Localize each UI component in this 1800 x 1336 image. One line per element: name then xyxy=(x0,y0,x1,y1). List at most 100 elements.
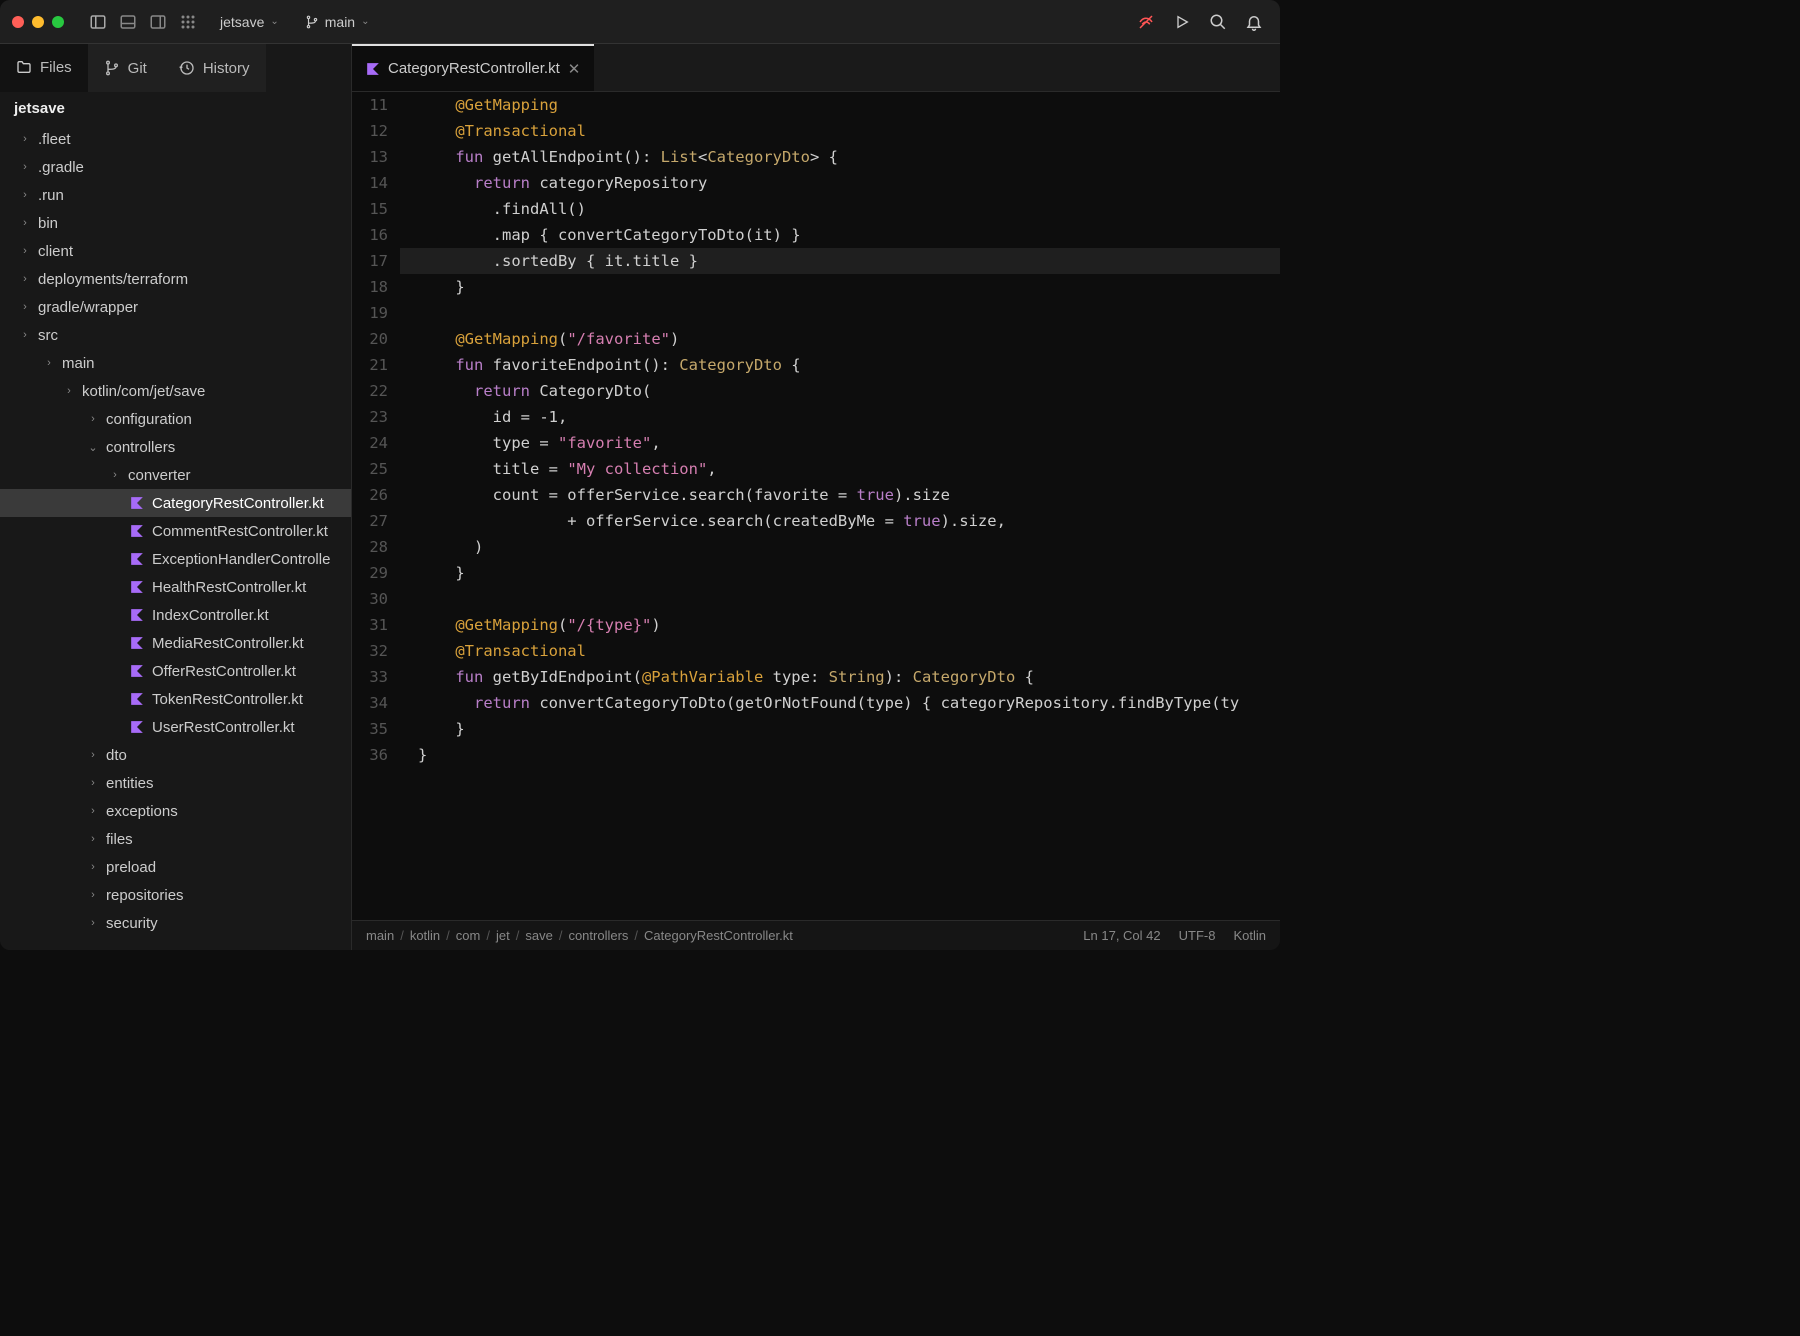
run-icon[interactable] xyxy=(1168,8,1196,36)
tree-item[interactable]: UserRestController.kt xyxy=(0,713,351,741)
tree-item[interactable]: ›repositories xyxy=(0,881,351,909)
breadcrumb-segment[interactable]: kotlin xyxy=(410,928,440,943)
tree-item[interactable]: ›bin xyxy=(0,209,351,237)
tree-item-label: dto xyxy=(106,747,127,764)
code-line[interactable] xyxy=(400,300,1280,326)
code-line[interactable]: @GetMapping("/{type}") xyxy=(400,612,1280,638)
chevron-icon: › xyxy=(18,329,32,341)
tab-files[interactable]: Files xyxy=(0,44,88,92)
code-line[interactable]: return categoryRepository xyxy=(400,170,1280,196)
code-line[interactable]: fun favoriteEndpoint(): CategoryDto { xyxy=(400,352,1280,378)
breadcrumb-segment[interactable]: CategoryRestController.kt xyxy=(644,928,793,943)
breadcrumb-segment[interactable]: jet xyxy=(496,928,510,943)
tree-item[interactable]: ›.fleet xyxy=(0,125,351,153)
sidebar: Files Git History jetsave ›.fleet›.gradl… xyxy=(0,44,352,950)
code-line[interactable]: @Transactional xyxy=(400,118,1280,144)
code-line[interactable]: @Transactional xyxy=(400,638,1280,664)
tree-item[interactable]: ›.gradle xyxy=(0,153,351,181)
editor-tabs: CategoryRestController.kt ✕ xyxy=(352,44,1280,92)
code-line[interactable]: id = -1, xyxy=(400,404,1280,430)
cursor-position[interactable]: Ln 17, Col 42 xyxy=(1083,928,1160,943)
code-line[interactable]: fun getByIdEndpoint(@PathVariable type: … xyxy=(400,664,1280,690)
code-line[interactable]: type = "favorite", xyxy=(400,430,1280,456)
close-tab-icon[interactable]: ✕ xyxy=(568,60,581,78)
code-line[interactable]: @GetMapping xyxy=(400,92,1280,118)
file-language[interactable]: Kotlin xyxy=(1233,928,1266,943)
code-line[interactable]: + offerService.search(createdByMe = true… xyxy=(400,508,1280,534)
code-line[interactable]: title = "My collection", xyxy=(400,456,1280,482)
tree-item-label: exceptions xyxy=(106,803,178,820)
notifications-icon[interactable] xyxy=(1240,8,1268,36)
tab-history[interactable]: History xyxy=(163,44,266,92)
file-encoding[interactable]: UTF-8 xyxy=(1179,928,1216,943)
tree-item[interactable]: HealthRestController.kt xyxy=(0,573,351,601)
tree-item[interactable]: CategoryRestController.kt xyxy=(0,489,351,517)
maximize-window-button[interactable] xyxy=(52,16,64,28)
tree-item[interactable]: ⌄controllers xyxy=(0,433,351,461)
search-icon[interactable] xyxy=(1204,8,1232,36)
tree-item[interactable]: ›main xyxy=(0,349,351,377)
breadcrumb-segment[interactable]: main xyxy=(366,928,394,943)
code-line[interactable]: } xyxy=(400,716,1280,742)
chevron-icon: › xyxy=(108,469,122,481)
code-line[interactable]: } xyxy=(400,274,1280,300)
tree-item[interactable]: ›src xyxy=(0,321,351,349)
code-line[interactable]: count = offerService.search(favorite = t… xyxy=(400,482,1280,508)
project-selector[interactable]: jetsave ⌄ xyxy=(212,14,287,30)
tree-item-label: configuration xyxy=(106,411,192,428)
editor-tab[interactable]: CategoryRestController.kt ✕ xyxy=(352,44,594,91)
tree-item[interactable]: TokenRestController.kt xyxy=(0,685,351,713)
breadcrumb-segment[interactable]: com xyxy=(456,928,481,943)
tree-item[interactable]: ›kotlin/com/jet/save xyxy=(0,377,351,405)
tree-item-label: kotlin/com/jet/save xyxy=(82,383,205,400)
tree-item[interactable]: ›entities xyxy=(0,769,351,797)
code-line[interactable]: .sortedBy { it.title } xyxy=(400,248,1280,274)
tree-item[interactable]: ›.run xyxy=(0,181,351,209)
panel-bottom-icon[interactable] xyxy=(114,8,142,36)
tree-item[interactable]: MediaRestController.kt xyxy=(0,629,351,657)
minimize-window-button[interactable] xyxy=(32,16,44,28)
connection-status-icon[interactable] xyxy=(1132,8,1160,36)
branch-selector[interactable]: main ⌄ xyxy=(297,14,378,30)
tree-item[interactable]: ›configuration xyxy=(0,405,351,433)
tree-item-label: files xyxy=(106,831,133,848)
code-line[interactable]: fun getAllEndpoint(): List<CategoryDto> … xyxy=(400,144,1280,170)
tab-git[interactable]: Git xyxy=(88,44,163,92)
tree-item[interactable]: OfferRestController.kt xyxy=(0,657,351,685)
code-line[interactable]: @GetMapping("/favorite") xyxy=(400,326,1280,352)
code-line[interactable]: .findAll() xyxy=(400,196,1280,222)
tree-item-label: client xyxy=(38,243,73,260)
code-line[interactable]: } xyxy=(400,742,1280,768)
close-window-button[interactable] xyxy=(12,16,24,28)
tree-item[interactable]: ›preload xyxy=(0,853,351,881)
tree-item[interactable]: ›exceptions xyxy=(0,797,351,825)
code-editor[interactable]: 1112131415161718192021222324252627282930… xyxy=(352,92,1280,920)
kotlin-file-icon xyxy=(128,608,146,622)
tree-item[interactable]: ›deployments/terraform xyxy=(0,265,351,293)
code-line[interactable]: .map { convertCategoryToDto(it) } xyxy=(400,222,1280,248)
tree-item[interactable]: ›dto xyxy=(0,741,351,769)
breadcrumb[interactable]: main/kotlin/com/jet/save/controllers/Cat… xyxy=(366,928,1075,943)
kotlin-file-icon xyxy=(128,692,146,706)
panel-left-icon[interactable] xyxy=(84,8,112,36)
code-line[interactable]: ) xyxy=(400,534,1280,560)
grid-icon[interactable] xyxy=(174,8,202,36)
code-line[interactable]: return convertCategoryToDto(getOrNotFoun… xyxy=(400,690,1280,716)
code-line[interactable]: } xyxy=(400,560,1280,586)
tree-item[interactable]: IndexController.kt xyxy=(0,601,351,629)
project-root[interactable]: jetsave xyxy=(0,92,351,125)
tree-item[interactable]: ›client xyxy=(0,237,351,265)
code-line[interactable]: return CategoryDto( xyxy=(400,378,1280,404)
breadcrumb-segment[interactable]: save xyxy=(525,928,552,943)
tree-item[interactable]: ›gradle/wrapper xyxy=(0,293,351,321)
panel-right-icon[interactable] xyxy=(144,8,172,36)
tree-item[interactable]: ›security xyxy=(0,909,351,937)
tree-item[interactable]: ›files xyxy=(0,825,351,853)
project-name: jetsave xyxy=(220,14,264,30)
tree-item[interactable]: ›converter xyxy=(0,461,351,489)
breadcrumb-segment[interactable]: controllers xyxy=(568,928,628,943)
code-line[interactable] xyxy=(400,586,1280,612)
tree-item[interactable]: ExceptionHandlerControlle xyxy=(0,545,351,573)
tree-item-label: IndexController.kt xyxy=(152,607,269,624)
tree-item[interactable]: CommentRestController.kt xyxy=(0,517,351,545)
